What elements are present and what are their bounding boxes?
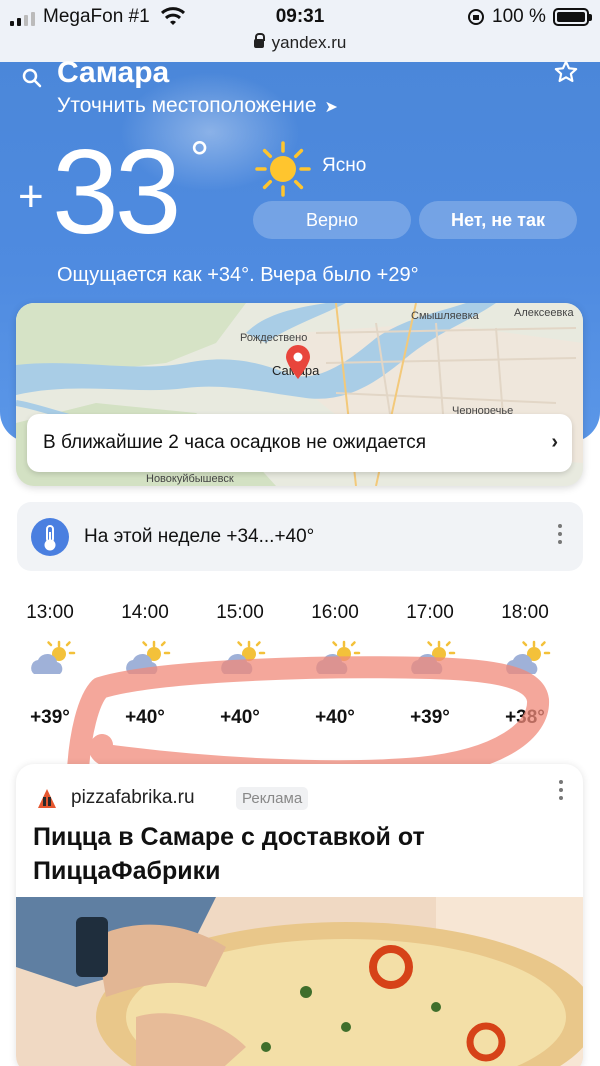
partly-cloudy-icon bbox=[31, 640, 76, 674]
feels-like-text: Ощущается как +34°. Вчера было +29° bbox=[57, 264, 419, 286]
pizzafabrika-logo-icon bbox=[35, 787, 59, 811]
map-pin-icon bbox=[286, 345, 310, 379]
hour-item: 17:00 bbox=[390, 602, 470, 624]
hour-item: 18:00 bbox=[485, 602, 565, 624]
hour-temp-item: +39° bbox=[10, 707, 90, 729]
hour-time: 16:00 bbox=[311, 602, 359, 623]
search-icon[interactable] bbox=[22, 68, 42, 88]
partly-cloudy-icon bbox=[316, 640, 361, 674]
partly-cloudy-icon bbox=[221, 640, 266, 674]
partly-cloudy-icon bbox=[506, 640, 551, 674]
ad-card[interactable]: pizzafabrika.ru Реклама Пицца в Самаре с… bbox=[16, 764, 583, 1066]
hour-item: 13:00 bbox=[10, 602, 90, 624]
hour-time: 13:00 bbox=[26, 602, 74, 623]
hour-temp-item: +40° bbox=[295, 707, 375, 729]
partly-cloudy-icon bbox=[411, 640, 456, 674]
hour-temp: +40° bbox=[315, 707, 355, 728]
rotation-lock-icon bbox=[468, 9, 484, 25]
battery-percent: 100 % bbox=[492, 6, 546, 27]
hour-item: 14:00 bbox=[105, 602, 185, 624]
hour-temp-item: +40° bbox=[200, 707, 280, 729]
battery-icon bbox=[553, 8, 592, 26]
hour-temp: +40° bbox=[125, 707, 165, 728]
current-temperature: 33 bbox=[52, 125, 181, 259]
hour-temp: +38° bbox=[505, 707, 545, 728]
weather-page: MegaFon #1 09:31 100 % yandex.ru Самара … bbox=[0, 0, 600, 1066]
map-label-3: Алексеевка bbox=[514, 307, 574, 319]
hour-item: 16:00 bbox=[295, 602, 375, 624]
precipitation-forecast-banner[interactable]: В ближайшие 2 часа осадков не ожидается … bbox=[27, 414, 572, 472]
hour-time: 15:00 bbox=[216, 602, 264, 623]
hour-time: 18:00 bbox=[501, 602, 549, 623]
address-bar[interactable]: yandex.ru bbox=[0, 33, 600, 53]
hour-temp: +40° bbox=[220, 707, 260, 728]
precipitation-text: В ближайшие 2 часа осадков не ожидается bbox=[43, 432, 426, 453]
hour-temp: +39° bbox=[410, 707, 450, 728]
week-more-icon[interactable] bbox=[558, 524, 563, 548]
lock-icon bbox=[253, 33, 265, 48]
ad-title[interactable]: Пицца в Самаре с доставкой от ПиццаФабри… bbox=[33, 820, 553, 888]
favorite-star-icon[interactable] bbox=[553, 59, 579, 85]
temperature-sign: + bbox=[18, 172, 44, 221]
pizza-image[interactable] bbox=[16, 897, 583, 1066]
thermometer-icon bbox=[31, 518, 69, 556]
refine-location-link[interactable]: Уточнить местоположение ➤ bbox=[57, 94, 338, 118]
location-arrow-icon: ➤ bbox=[324, 99, 338, 116]
hour-temp-item: +40° bbox=[105, 707, 185, 729]
status-bar: MegaFon #1 09:31 100 % yandex.ru bbox=[0, 0, 600, 62]
sun-icon bbox=[255, 141, 311, 197]
hour-time: 14:00 bbox=[121, 602, 169, 623]
ad-domain[interactable]: pizzafabrika.ru bbox=[71, 787, 195, 809]
weather-condition: Ясно bbox=[322, 155, 367, 176]
chevron-right-icon: › bbox=[551, 431, 558, 453]
week-forecast-card[interactable]: На этой неделе +34...+40° bbox=[17, 502, 583, 571]
city-name[interactable]: Самара bbox=[57, 56, 169, 90]
confirm-no-button[interactable]: Нет, не так bbox=[419, 201, 577, 239]
hour-item: 15:00 bbox=[200, 602, 280, 624]
map-label-5: Новокуйбышевск bbox=[146, 473, 234, 485]
temperature-degree: ° bbox=[190, 133, 210, 186]
hour-temp-item: +38° bbox=[485, 707, 565, 729]
hour-time: 17:00 bbox=[406, 602, 454, 623]
url-text: yandex.ru bbox=[271, 33, 347, 52]
confirm-yes-button[interactable]: Верно bbox=[253, 201, 411, 239]
ad-more-icon[interactable] bbox=[559, 780, 564, 804]
map-label-2: Смышляевка bbox=[411, 310, 479, 322]
week-forecast-text: На этой неделе +34...+40° bbox=[84, 526, 315, 547]
partly-cloudy-icon bbox=[126, 640, 171, 674]
ad-badge: Реклама bbox=[236, 787, 309, 810]
map-label-1: Рождествено bbox=[240, 332, 308, 344]
hour-temp: +39° bbox=[30, 707, 70, 728]
hour-temp-item: +39° bbox=[390, 707, 470, 729]
